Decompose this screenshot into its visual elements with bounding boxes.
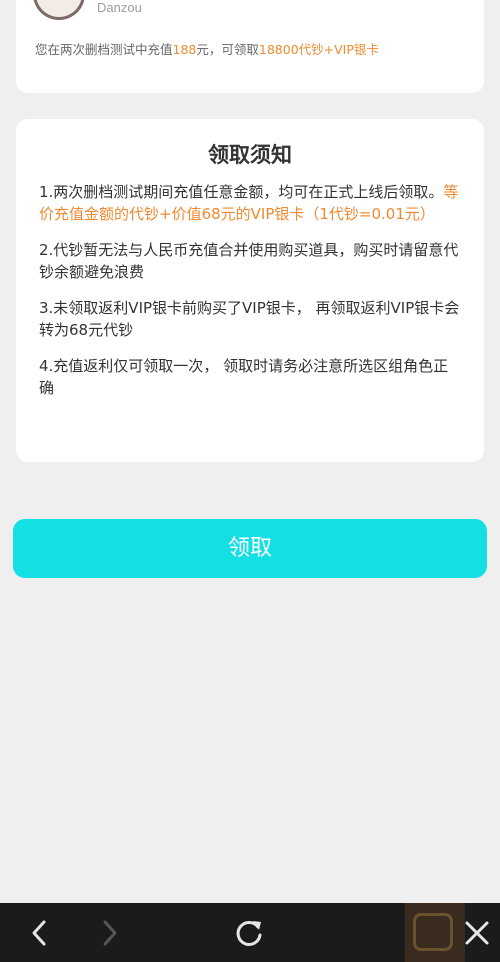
refresh-icon — [236, 920, 262, 946]
account-card: Danzou 您在两次删档测试中充值188元，可领取18800代钞+VIP银卡 — [16, 0, 484, 93]
close-icon — [465, 921, 489, 944]
recharge-amount: 188 — [172, 42, 197, 57]
username: Danzou — [97, 0, 142, 15]
notice-item-3: 3.未领取返利VIP银卡前购买了VIP银卡， 再领取返利VIP银卡会转为68元代… — [39, 299, 460, 339]
avatar — [33, 0, 85, 20]
bottom-nav-bar — [0, 903, 500, 962]
info-prefix: 您在两次删档测试中充值 — [35, 42, 173, 57]
recharge-info: 您在两次删档测试中充值188元，可领取18800代钞+VIP银卡 — [35, 39, 379, 58]
forward-button[interactable] — [80, 903, 140, 962]
claim-button[interactable]: 领取 — [13, 519, 487, 578]
chevron-right-icon — [103, 920, 117, 945]
refresh-button[interactable] — [219, 903, 279, 962]
notice-title: 领取须知 — [208, 143, 292, 167]
close-button[interactable] — [447, 903, 500, 962]
back-button[interactable] — [9, 903, 69, 962]
info-middle: 元，可领取 — [196, 42, 259, 57]
notice-item-4: 4.充值返利仅可领取一次， 领取时请务必注意所选区组角色正确 — [39, 357, 449, 397]
notice-card: 领取须知 1.两次删档测试期间充值任意金额，均可在正式上线后领取。等价充值金额的… — [16, 119, 484, 462]
reward-text: 18800代钞+VIP银卡 — [258, 42, 379, 57]
notice-item-2: 2.代钞暂无法与人民币充值合并使用购买道具，购买时请留意代钞余额避免浪费 — [39, 241, 459, 281]
notice-item-1: 1.两次删档测试期间充值任意金额，均可在正式上线后领取。等价充值金额的代钞+价值… — [39, 181, 462, 225]
notice-list: 1.两次删档测试期间充值任意金额，均可在正式上线后领取。等价充值金额的代钞+价值… — [39, 181, 462, 413]
notice-item-text: 1.两次删档测试期间充值任意金额，均可在正式上线后领取。 — [39, 183, 444, 201]
chevron-left-icon — [32, 920, 46, 945]
